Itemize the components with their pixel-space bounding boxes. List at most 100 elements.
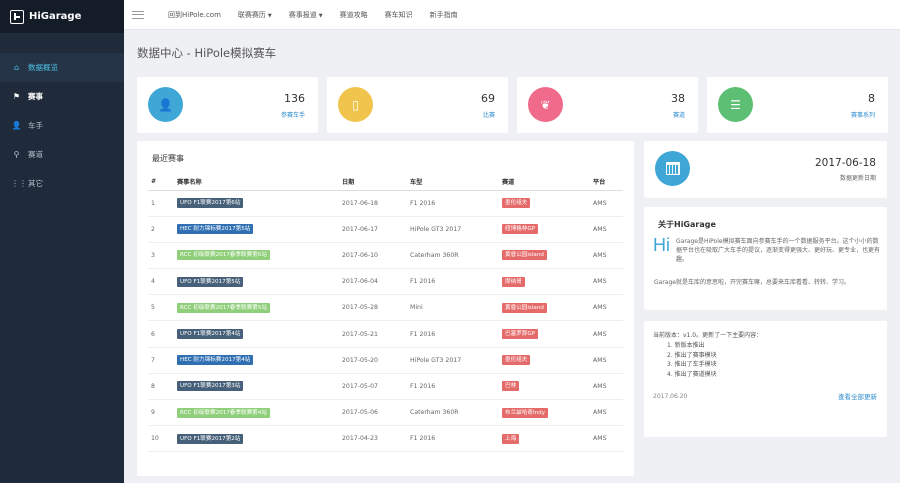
about-panel: 关于HiGarage Hi Garage是HiPole模拟赛车面向参赛车手的一个… xyxy=(644,207,887,310)
panel-title: 关于HiGarage xyxy=(658,220,716,229)
stat-card-drivers[interactable]: 👤 136 参赛车手 xyxy=(137,77,318,133)
table-row[interactable]: 10 UFO F1联赛2017第2站 2017-04-23 F1 2016 上海 AMS xyxy=(148,425,623,453)
series-badge[interactable]: UFO F1联赛2017第5站 xyxy=(177,276,244,287)
platform-cell: AMS xyxy=(590,347,623,374)
series-badge[interactable]: RCC 初级联赛2017春季联赛第5站 xyxy=(177,302,270,313)
track-badge[interactable]: 墨伦组夫 xyxy=(502,198,531,209)
platform-cell: AMS xyxy=(590,320,623,348)
row-number: 10 xyxy=(148,425,174,453)
column-header: 平台 xyxy=(590,174,623,191)
track-badge[interactable]: 巴林 xyxy=(502,381,520,392)
topnav-item-track-guides[interactable]: 赛道攻略 xyxy=(340,10,368,20)
sidebar-item-drivers[interactable]: 👤 车手 xyxy=(0,111,124,140)
platform-cell: AMS xyxy=(590,373,623,401)
series-badge[interactable]: HEC 耐力锦标赛2017第4站 xyxy=(177,355,254,366)
car-cell: F1 2016 xyxy=(407,268,499,296)
stat-link[interactable]: 赛事系列 xyxy=(851,110,875,119)
stat-link[interactable]: 参赛车手 xyxy=(281,110,305,119)
stat-value: 38 xyxy=(671,92,685,105)
platform-cell: AMS xyxy=(590,425,623,453)
series-badge[interactable]: RCC 初级联赛2017春季联赛第4站 xyxy=(177,407,270,418)
sidebar-item-label: 数据概览 xyxy=(28,63,58,72)
track-badge[interactable]: 布兰兹哈奇Indy xyxy=(502,407,549,418)
sidebar-item-label: 赛道 xyxy=(28,150,43,159)
platform-cell: AMS xyxy=(590,216,623,243)
track-badge[interactable]: 黄昏公园island xyxy=(502,302,547,313)
row-number: 5 xyxy=(148,294,174,322)
sidebar-item-tracks[interactable]: ⚲ 赛道 xyxy=(0,140,124,169)
car-cell: HiPole GT3 2017 xyxy=(407,216,499,243)
track-cell: 巴塞罗那GP xyxy=(499,320,590,348)
brand[interactable]: HiGarage xyxy=(0,0,124,33)
date-cell: 2017-06-17 xyxy=(339,216,407,243)
table-row[interactable]: 7 HEC 耐力锦标赛2017第4站 2017-05-20 HiPole GT3 20… xyxy=(148,347,623,374)
grid-icon: ⋮⋮ xyxy=(11,179,27,188)
series-badge[interactable]: RCC 初级联赛2017春季联赛第6站 xyxy=(177,250,270,261)
recent-races-panel: 最近赛事 # 赛事名称 日期 车型 赛道 平台 1 UFO F1联赛2017第6站… xyxy=(137,141,634,476)
panel-title: 最近赛事 xyxy=(152,154,184,163)
row-number: 6 xyxy=(148,320,174,348)
series-cell: RCC 初级联赛2017春季联赛第4站 xyxy=(174,399,339,427)
column-header: 赛事名称 xyxy=(174,174,339,191)
changelog-date: 2017.06.20 xyxy=(653,393,688,400)
sidebar-item-overview[interactable]: ⌂ 数据概览 xyxy=(0,53,124,82)
changelog-panel: 当前版本：v1.0。更新了一下主要内容： 1. 新版本推出 2. 推出了赛事模块… xyxy=(644,321,887,437)
mobile-icon: ▯ xyxy=(352,97,359,112)
series-badge[interactable]: HEC 耐力锦标赛2017第5站 xyxy=(177,224,254,235)
table-row[interactable]: 4 UFO F1联赛2017第5站 2017-06-04 F1 2016 摩纳哥 AMS xyxy=(148,268,623,296)
series-cell: RCC 初级联赛2017春季联赛第6站 xyxy=(174,242,339,270)
date-cell: 2017-04-23 xyxy=(339,425,407,453)
stat-card-tracks[interactable]: ❦ 38 赛道 xyxy=(517,77,698,133)
topnav-item-beginner[interactable]: 新手指南 xyxy=(430,10,458,20)
user-icon: 👤 xyxy=(11,121,22,130)
table-header: # 赛事名称 日期 车型 赛道 平台 xyxy=(148,174,623,191)
track-cell: 墨伦组夫 xyxy=(499,347,590,374)
track-badge[interactable]: 摩纳哥 xyxy=(502,276,525,287)
track-badge[interactable]: 墨伦组夫 xyxy=(502,355,531,366)
track-badge[interactable]: 纽博格林GP xyxy=(502,224,539,235)
table-row[interactable]: 8 UFO F1联赛2017第3站 2017-05-07 F1 2016 巴林 AMS xyxy=(148,373,623,401)
topnav-item-knowledge[interactable]: 赛车知识 xyxy=(385,10,413,20)
topnav-item-hipole[interactable]: 回到HiPole.com xyxy=(168,10,221,20)
sidebar-item-label: 赛事 xyxy=(28,92,43,101)
sidebar-item-other[interactable]: ⋮⋮ 其它 xyxy=(0,169,124,198)
car-cell: F1 2016 xyxy=(407,320,499,348)
races-table: # 赛事名称 日期 车型 赛道 平台 1 UFO F1联赛2017第6站 2017-… xyxy=(148,174,623,453)
track-badge[interactable]: 黄昏公园island xyxy=(502,250,547,261)
platform-cell: AMS xyxy=(590,294,623,322)
sidebar-item-races[interactable]: ⚑ 赛事 xyxy=(0,82,124,111)
topnav-item-reports[interactable]: 赛事报道 ▼ xyxy=(289,10,323,20)
column-header: # xyxy=(148,174,174,191)
track-badge[interactable]: 上海 xyxy=(502,433,520,444)
races-table-body: 1 UFO F1联赛2017第6站 2017-06-18 F1 2016 墨伦组夫 AMS… xyxy=(148,190,623,453)
stat-card-races[interactable]: ▯ 69 比赛 xyxy=(327,77,508,133)
table-row[interactable]: 6 UFO F1联赛2017第4站 2017-05-21 F1 2016 巴塞罗那GP A… xyxy=(148,320,623,348)
track-badge[interactable]: 巴塞罗那GP xyxy=(502,329,539,340)
table-row[interactable]: 1 UFO F1联赛2017第6站 2017-06-18 F1 2016 墨伦组夫 AMS xyxy=(148,190,623,217)
series-badge[interactable]: UFO F1联赛2017第3站 xyxy=(177,381,244,392)
series-badge[interactable]: UFO F1联赛2017第4站 xyxy=(177,329,244,340)
series-cell: HEC 耐力锦标赛2017第5站 xyxy=(174,216,339,243)
stat-link[interactable]: 赛道 xyxy=(673,110,685,119)
table-row[interactable]: 2 HEC 耐力锦标赛2017第5站 2017-06-17 HiPole GT3 20… xyxy=(148,216,623,243)
topnav-item-calendar[interactable]: 联赛赛历 ▼ xyxy=(238,10,272,20)
series-badge[interactable]: UFO F1联赛2017第6站 xyxy=(177,198,244,209)
series-badge[interactable]: UFO F1联赛2017第2站 xyxy=(177,433,244,444)
sidebar-item-label: 其它 xyxy=(28,179,43,188)
table-row[interactable]: 9 RCC 初级联赛2017春季联赛第4站 2017-05-06 Caterham 3… xyxy=(148,399,623,427)
series-cell: UFO F1联赛2017第4站 xyxy=(174,320,339,348)
home-icon: ⌂ xyxy=(13,63,20,72)
view-all-updates-link[interactable]: 查看全部更新 xyxy=(838,391,877,401)
stat-value: 8 xyxy=(868,92,875,105)
platform-cell: AMS xyxy=(590,190,623,217)
track-cell: 黄昏公园island xyxy=(499,294,590,322)
track-cell: 黄昏公园island xyxy=(499,242,590,270)
table-row[interactable]: 5 RCC 初级联赛2017春季联赛第5站 2017-05-28 Mini 黄昏公园is… xyxy=(148,294,623,322)
series-cell: UFO F1联赛2017第6站 xyxy=(174,190,339,217)
stat-link[interactable]: 比赛 xyxy=(483,110,495,119)
menu-toggle-icon[interactable] xyxy=(132,10,144,19)
stat-card-series[interactable]: ☰ 8 赛事系列 xyxy=(707,77,888,133)
about-paragraph: Garage就是车库的意思啦，开完赛车嘛，总要来车库看看、转转、学习。 xyxy=(654,279,850,286)
table-row[interactable]: 3 RCC 初级联赛2017春季联赛第6站 2017-06-10 Caterham 3… xyxy=(148,242,623,270)
date-cell: 2017-06-18 xyxy=(339,190,407,217)
